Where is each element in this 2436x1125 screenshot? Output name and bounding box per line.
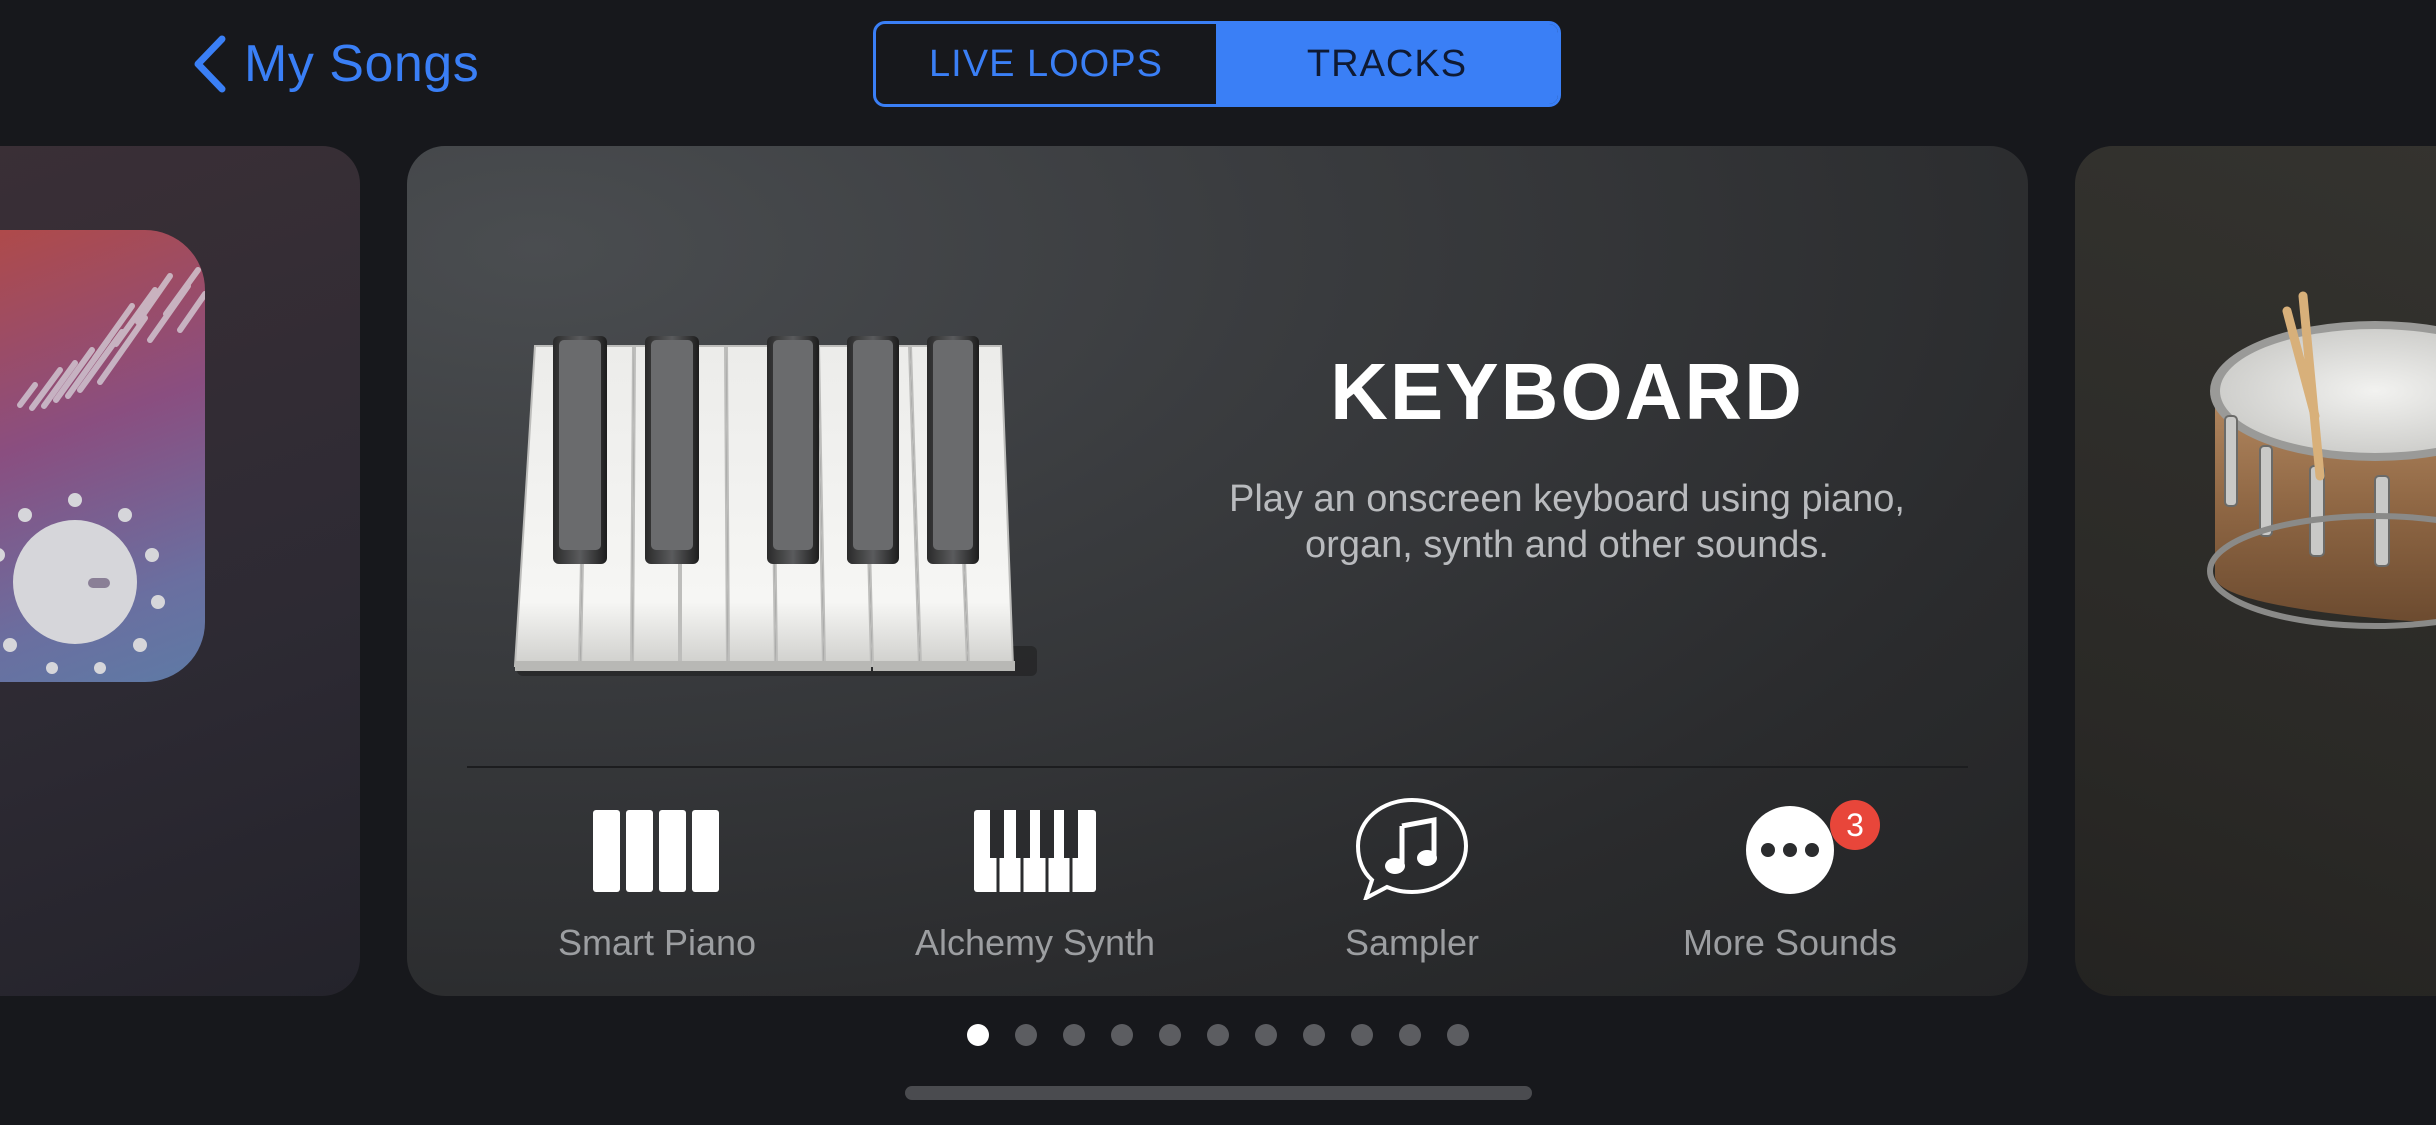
keyboard-illustration	[513, 336, 1037, 676]
option-smart-piano[interactable]: Smart Piano	[507, 806, 807, 976]
back-to-my-songs-button[interactable]: My Songs	[190, 28, 479, 100]
view-segmented-control: LIVE LOOPS TRACKS	[873, 21, 1561, 107]
page-dot[interactable]	[967, 1024, 989, 1046]
instrument-description: Play an onscreen keyboard using piano, o…	[1147, 476, 1987, 568]
keys-icon	[974, 810, 1096, 892]
option-sampler[interactable]: Sampler	[1262, 797, 1562, 976]
instrument-card-next[interactable]	[2075, 146, 2436, 996]
smart-piano-icon	[593, 810, 719, 892]
page-dot[interactable]	[1111, 1024, 1133, 1046]
description-line-1: Play an onscreen keyboard using piano,	[1228, 478, 1905, 520]
option-label: Sampler	[1344, 922, 1480, 963]
option-label: More Sounds	[1682, 922, 1898, 963]
page-dot[interactable]	[1399, 1024, 1421, 1046]
tab-live-loops[interactable]: LIVE LOOPS	[876, 24, 1216, 104]
chevron-left-icon	[194, 35, 226, 93]
keyboard-instrument-card[interactable]: KEYBOARD Play an onscreen keyboard using…	[407, 146, 2028, 996]
page-dot[interactable]	[1207, 1024, 1229, 1046]
page-dot[interactable]	[1159, 1024, 1181, 1046]
divider	[467, 766, 1968, 768]
tab-tracks[interactable]: TRACKS	[1216, 24, 1558, 104]
description-line-2: organ, synth and other sounds.	[1305, 524, 1829, 566]
more-icon	[1746, 806, 1834, 894]
instrument-title: KEYBOARD	[1330, 347, 1804, 436]
instrument-card-previous[interactable]	[0, 146, 360, 996]
page-indicator	[967, 1024, 1469, 1046]
page-dot[interactable]	[1063, 1024, 1085, 1046]
notification-badge: 3	[1830, 800, 1880, 850]
back-label: My Songs	[244, 35, 480, 93]
page-dot[interactable]	[1351, 1024, 1373, 1046]
home-indicator	[905, 1086, 1532, 1100]
page-dot[interactable]	[1015, 1024, 1037, 1046]
option-more-sounds[interactable]: 3 More Sounds	[1640, 800, 1940, 976]
audio-recorder-icon	[0, 230, 205, 682]
music-note-bubble-icon	[1355, 797, 1469, 900]
option-label: Alchemy Synth	[914, 922, 1156, 963]
option-alchemy-synth[interactable]: Alchemy Synth	[885, 806, 1185, 976]
sound-options: Smart Piano Alchemy Synth Sampler 3 More…	[407, 797, 2028, 976]
page-dot[interactable]	[1447, 1024, 1469, 1046]
option-label: Smart Piano	[557, 922, 757, 963]
drum-illustration	[2207, 291, 2436, 629]
page-dot[interactable]	[1255, 1024, 1277, 1046]
page-dot[interactable]	[1303, 1024, 1325, 1046]
